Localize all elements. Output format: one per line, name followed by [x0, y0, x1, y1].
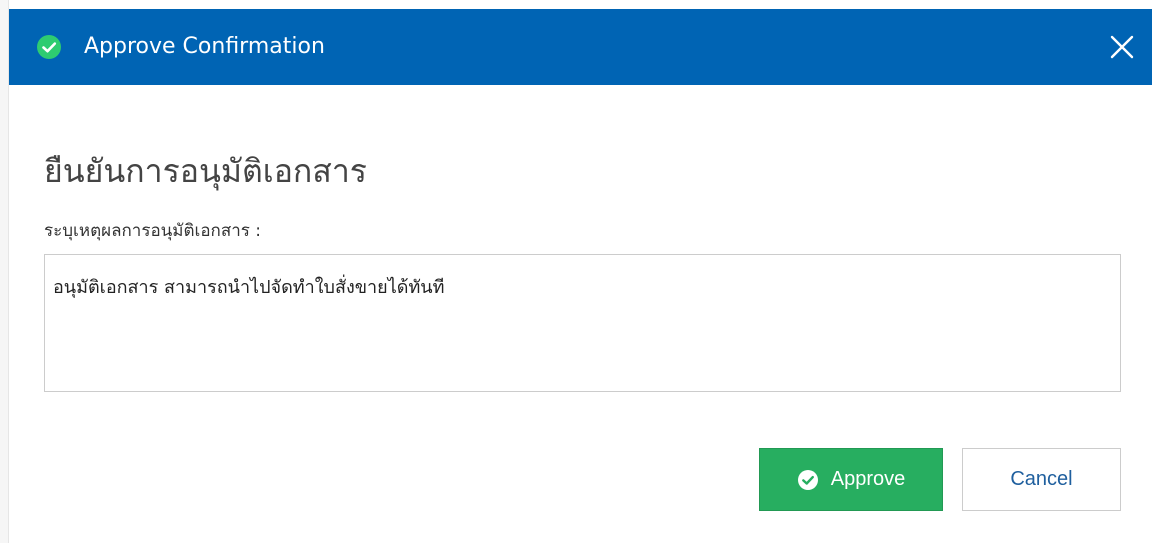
cancel-button[interactable]: Cancel: [962, 448, 1121, 511]
dialog-header: Approve Confirmation: [9, 9, 1152, 85]
close-icon[interactable]: [1106, 31, 1138, 63]
check-circle-icon: [797, 469, 818, 490]
confirmation-heading: ยืนยันการอนุมัติเอกสาร: [44, 152, 367, 190]
reason-textarea[interactable]: อนุมัติเอกสาร สามารถนำไปจัดทำใบสั่งขายได…: [44, 254, 1121, 392]
reason-label: ระบุเหตุผลการอนุมัติเอกสาร :: [44, 221, 262, 241]
left-gutter: [0, 0, 9, 543]
cancel-button-label: Cancel: [1010, 468, 1073, 490]
approve-button[interactable]: Approve: [759, 448, 943, 511]
dialog-title: Approve Confirmation: [84, 34, 325, 59]
check-circle-icon: [36, 34, 62, 60]
approve-button-label: Approve: [830, 468, 906, 490]
approve-confirmation-dialog: Approve Confirmation ยืนยันการอนุมัติเอก…: [0, 0, 1152, 543]
